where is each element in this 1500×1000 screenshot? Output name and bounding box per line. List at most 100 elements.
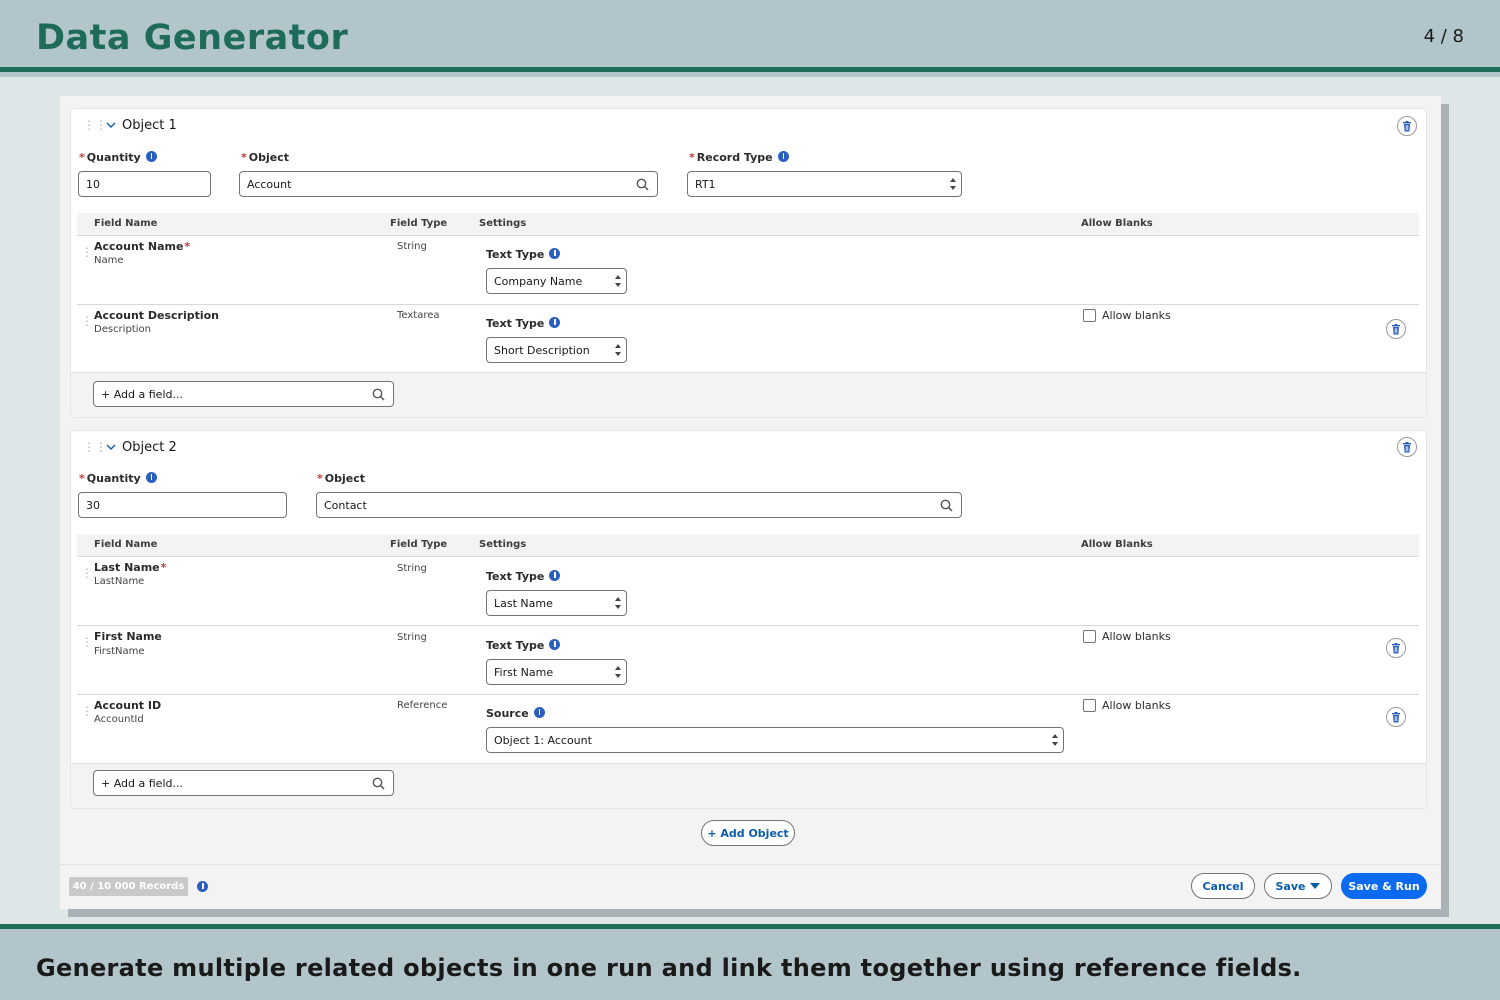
field-type: String xyxy=(397,632,427,643)
select-arrows-icon xyxy=(950,178,956,190)
quantity-input[interactable]: 30 xyxy=(78,492,287,518)
info-icon[interactable] xyxy=(145,472,157,483)
field-type: Textarea xyxy=(397,310,440,321)
drag-handle-icon[interactable]: ⋮ xyxy=(81,315,93,327)
allow-blanks-checkbox[interactable]: Allow blanks xyxy=(1083,699,1171,712)
slide-footer: Generate multiple related objects in one… xyxy=(0,924,1500,1000)
add-field-input[interactable]: + Add a field... xyxy=(93,770,394,796)
setting-label: Text Type xyxy=(486,317,561,330)
drag-handle-icon[interactable]: ⋮ xyxy=(81,636,93,648)
object-search-input[interactable]: Account xyxy=(239,171,658,197)
field-name: First Name xyxy=(94,630,162,643)
checkbox[interactable] xyxy=(1083,630,1096,643)
column-field-type: Field Type xyxy=(390,539,448,550)
quantity-input[interactable]: 10 xyxy=(78,171,211,197)
object-card-1: ⋮⋮ Object 1 * Quantity 10 * Object Account… xyxy=(70,108,1427,418)
text-type-select[interactable]: Short Description xyxy=(486,337,627,363)
source-select[interactable]: Object 1: Account xyxy=(486,727,1064,753)
table-row: ⋮ Account Name* Name String Text Type Co… xyxy=(77,236,1419,305)
setting-label: Text Type xyxy=(486,570,561,583)
slide-title: Data Generator xyxy=(36,18,349,58)
column-field-name: Field Name xyxy=(94,539,158,550)
record-type-label: * Record Type xyxy=(689,151,789,164)
setting-label: Source xyxy=(486,707,545,720)
text-type-select[interactable]: Last Name xyxy=(486,590,627,616)
delete-icon xyxy=(1403,441,1411,452)
delete-icon xyxy=(1392,711,1400,722)
delete-object-button[interactable] xyxy=(1397,116,1417,136)
search-icon xyxy=(636,178,649,191)
data-generator-window: ⋮⋮ Object 1 * Quantity 10 * Object Account… xyxy=(60,96,1441,909)
field-type: Reference xyxy=(397,700,448,711)
delete-icon xyxy=(1403,120,1411,131)
field-name: Account Description xyxy=(94,309,220,322)
search-icon xyxy=(372,388,385,401)
field-table-header: Field Name Field Type Settings Allow Bla… xyxy=(77,213,1419,236)
column-field-name: Field Name xyxy=(94,218,158,229)
object-title: Object 1 xyxy=(122,118,177,133)
quantity-label: * Quantity xyxy=(79,472,157,485)
column-allow-blanks: Allow Blanks xyxy=(1081,539,1153,550)
chevron-down-icon[interactable] xyxy=(106,120,116,130)
field-api-name: Name xyxy=(94,255,124,266)
delete-field-button[interactable] xyxy=(1386,319,1406,339)
delete-icon xyxy=(1392,323,1400,334)
info-icon[interactable] xyxy=(533,707,545,718)
slide-header: Data Generator 4 / 8 xyxy=(0,0,1500,72)
table-row: ⋮ Account Description Description Textar… xyxy=(77,305,1419,374)
select-arrows-icon xyxy=(615,275,621,287)
column-allow-blanks: Allow Blanks xyxy=(1081,218,1153,229)
add-field-area: + Add a field... xyxy=(71,763,1426,808)
field-type: String xyxy=(397,241,427,252)
slide-page-number: 4 / 8 xyxy=(1423,26,1464,47)
drag-handle-icon[interactable]: ⋮ xyxy=(81,567,93,579)
field-name: Account Name* xyxy=(94,240,191,253)
delete-field-button[interactable] xyxy=(1386,638,1406,658)
field-api-name: AccountId xyxy=(94,714,144,725)
chevron-down-icon[interactable] xyxy=(106,442,116,452)
save-and-run-button[interactable]: Save & Run xyxy=(1341,873,1427,899)
slide-caption: Generate multiple related objects in one… xyxy=(36,954,1302,982)
save-button[interactable]: Save xyxy=(1264,873,1332,899)
quantity-label: * Quantity xyxy=(79,151,157,164)
checkbox[interactable] xyxy=(1083,309,1096,322)
table-row: ⋮ Account ID AccountId Reference Source … xyxy=(77,695,1419,765)
drag-handle-icon[interactable]: ⋮ xyxy=(81,705,93,717)
search-icon xyxy=(372,777,385,790)
field-name: Last Name* xyxy=(94,561,167,574)
drag-handle-icon[interactable]: ⋮⋮ xyxy=(83,119,107,131)
info-icon[interactable] xyxy=(777,151,789,162)
chevron-down-icon xyxy=(1310,883,1321,889)
object-search-input[interactable]: Contact xyxy=(316,492,962,518)
info-icon[interactable] xyxy=(197,881,208,892)
info-icon[interactable] xyxy=(145,151,157,162)
field-api-name: Description xyxy=(94,324,151,335)
add-field-input[interactable]: + Add a field... xyxy=(93,381,394,407)
window-footer: 40 / 10 000 Records Cancel Save Save & R… xyxy=(60,864,1441,909)
column-field-type: Field Type xyxy=(390,218,448,229)
info-icon[interactable] xyxy=(549,570,561,581)
search-icon xyxy=(940,499,953,512)
drag-handle-icon[interactable]: ⋮⋮ xyxy=(83,441,107,453)
info-icon[interactable] xyxy=(549,639,561,650)
cancel-button[interactable]: Cancel xyxy=(1191,873,1255,899)
field-api-name: LastName xyxy=(94,576,145,587)
add-object-button[interactable]: + Add Object xyxy=(701,820,795,846)
select-arrows-icon xyxy=(615,344,621,356)
info-icon[interactable] xyxy=(549,317,561,328)
setting-label: Text Type xyxy=(486,248,561,261)
checkbox[interactable] xyxy=(1083,699,1096,712)
object-card-2: ⋮⋮ Object 2 * Quantity 30 * Object Contact… xyxy=(70,430,1427,809)
field-type: String xyxy=(397,563,427,574)
text-type-select[interactable]: Company Name xyxy=(486,268,627,294)
info-icon[interactable] xyxy=(549,248,561,259)
delete-object-button[interactable] xyxy=(1397,437,1417,457)
allow-blanks-checkbox[interactable]: Allow blanks xyxy=(1083,630,1171,643)
record-type-select[interactable]: RT1 xyxy=(687,171,962,197)
text-type-select[interactable]: First Name xyxy=(486,659,627,685)
allow-blanks-checkbox[interactable]: Allow blanks xyxy=(1083,309,1171,322)
delete-field-button[interactable] xyxy=(1386,707,1406,727)
object-title: Object 2 xyxy=(122,440,177,455)
drag-handle-icon[interactable]: ⋮ xyxy=(81,246,93,258)
select-arrows-icon xyxy=(1052,734,1058,746)
